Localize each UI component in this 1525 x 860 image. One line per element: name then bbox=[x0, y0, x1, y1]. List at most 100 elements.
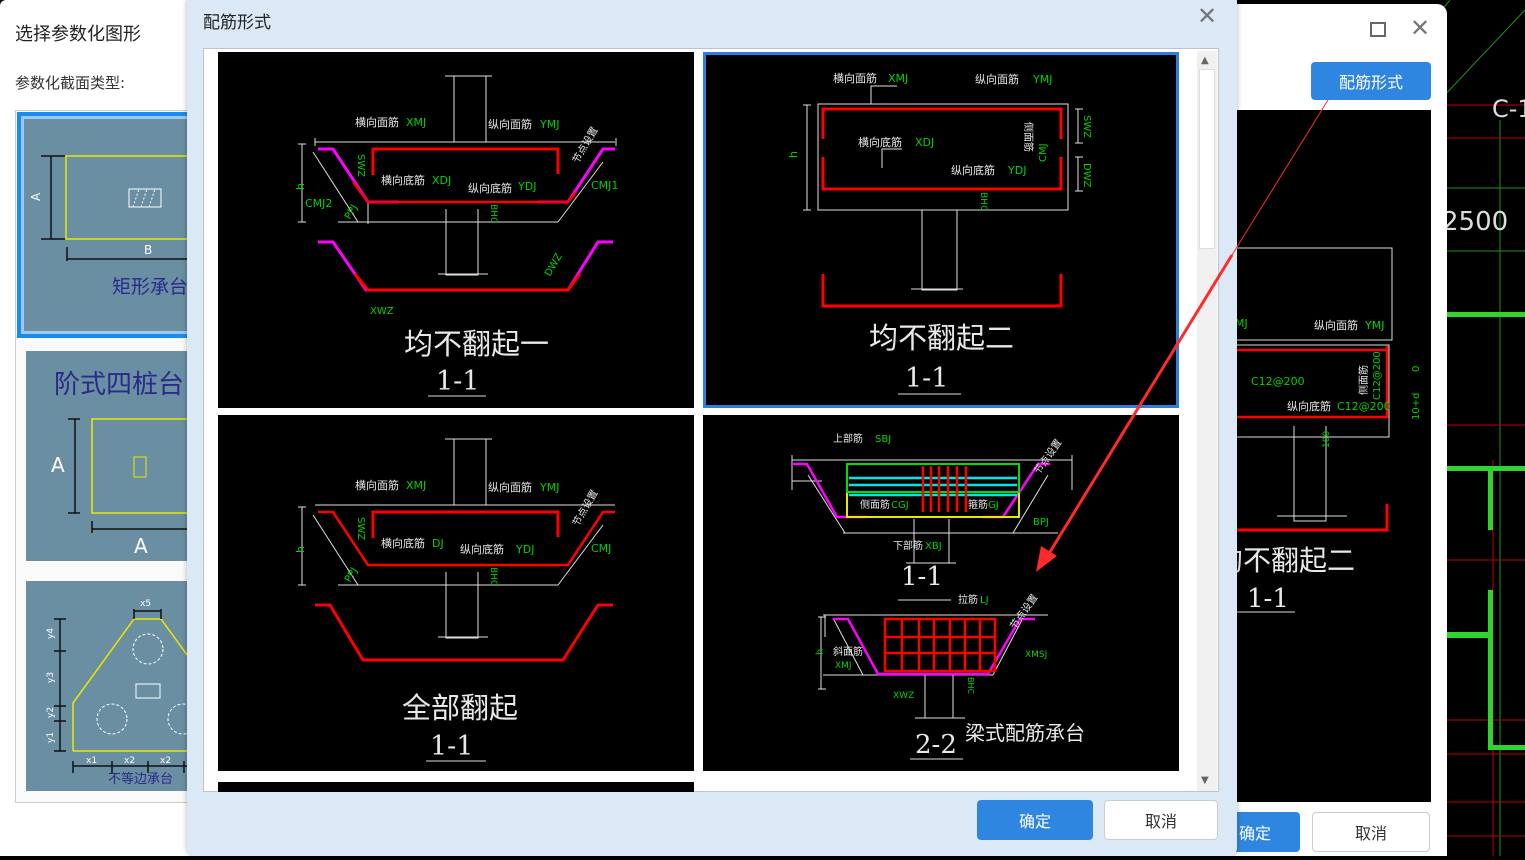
label: 箍筋 bbox=[968, 498, 988, 511]
label: 纵向底筋 bbox=[460, 542, 504, 556]
section-label-2: 2-2 bbox=[915, 730, 957, 760]
label: XWZ bbox=[893, 691, 914, 701]
close-icon[interactable]: ✕ bbox=[1410, 14, 1430, 42]
label: BHC bbox=[488, 567, 498, 586]
label: h bbox=[294, 183, 307, 190]
label: YDJ bbox=[1007, 164, 1026, 177]
option-title: 梁式配筋承台 bbox=[965, 721, 1085, 745]
option-partial-next-row[interactable] bbox=[218, 782, 694, 792]
section-label: 1-1 bbox=[901, 562, 943, 592]
option-beam-type-cap[interactable]: 上部筋 SBJ 侧面筋 CGJ 箍筋 GJ 下部筋 XBJ BPJ 节点设置 1… bbox=[703, 415, 1179, 771]
dim-label: x1 bbox=[86, 756, 97, 766]
section-label: 1-1 bbox=[905, 363, 948, 394]
tile-label: 不等边承台 bbox=[108, 771, 173, 787]
label: XWZ bbox=[370, 306, 394, 317]
option-no-bend-2[interactable]: 横向面筋 XMJ 纵向面筋 YMJ 横向底筋 XDJ 纵向底筋 YDJ 侧面筋 … bbox=[703, 52, 1179, 408]
label: PPJ bbox=[343, 203, 360, 222]
label: 纵向面筋 bbox=[975, 72, 1019, 86]
scrollbar-thumb[interactable] bbox=[1199, 69, 1215, 249]
dim-a-label: A bbox=[29, 192, 43, 201]
label: 横向面筋 bbox=[833, 71, 877, 85]
section-type-label: 参数化截面类型: bbox=[15, 74, 126, 92]
label: 纵向面筋 bbox=[488, 117, 532, 131]
label: C12@200 bbox=[1251, 375, 1305, 388]
label: 10+d bbox=[1411, 393, 1422, 420]
label: 横向底筋 bbox=[381, 536, 425, 550]
label: YMJ bbox=[539, 118, 559, 131]
rebar-form-button[interactable]: 配筋形式 bbox=[1311, 62, 1431, 100]
option-all-bent[interactable]: 横向面筋 XMJ 纵向面筋 YMJ 横向底筋 DJ 纵向底筋 YDJ CMJ S… bbox=[218, 415, 694, 771]
cad-drawing: C-1 2500 bbox=[1439, 0, 1525, 856]
option-title: 均不翻起一 bbox=[404, 327, 549, 361]
label: BHC bbox=[488, 204, 498, 223]
label: 下部筋 bbox=[893, 539, 923, 552]
label: 拉筋 bbox=[958, 593, 978, 606]
scroll-up-icon[interactable]: ▲ bbox=[1201, 55, 1209, 66]
label: DWZ bbox=[543, 252, 565, 279]
cancel-button[interactable]: 取消 bbox=[1104, 800, 1218, 840]
label: XBJ bbox=[925, 541, 942, 552]
label: 侧面筋 bbox=[1357, 365, 1370, 395]
ok-button[interactable]: 确定 bbox=[977, 800, 1093, 840]
label: 纵向底筋 bbox=[1287, 399, 1331, 413]
label: CMJ bbox=[1038, 143, 1049, 162]
label: YMJ bbox=[539, 481, 559, 494]
select-parametric-shape-window: 选择参数化图形 参数化截面类型: A B 矩形承台 阶式四桩台 A A x5 y… bbox=[0, 0, 200, 856]
label: YDJ bbox=[515, 543, 534, 556]
close-icon[interactable]: ✕ bbox=[1197, 2, 1217, 30]
preview-title: 均不翻起二 bbox=[1237, 544, 1355, 577]
dim-label: x2 bbox=[160, 756, 171, 766]
tile-label: 阶式四桩台 bbox=[54, 370, 184, 400]
label: 纵向面筋 bbox=[1314, 318, 1358, 332]
window-title: 选择参数化图形 bbox=[15, 24, 141, 45]
option-title: 全部翻起 bbox=[402, 691, 518, 725]
label: PPJ bbox=[343, 566, 360, 585]
cad-dimension-label: 2500 bbox=[1442, 207, 1508, 237]
dim-label: x5 bbox=[140, 599, 151, 609]
maximize-icon[interactable] bbox=[1370, 22, 1386, 37]
label: SWZ bbox=[1081, 115, 1092, 138]
label: 纵向面筋 bbox=[488, 480, 532, 494]
section-type-list[interactable]: A B 矩形承台 阶式四桩台 A A x5 y4 y3 y2 y1 x1 x2 … bbox=[15, 110, 200, 803]
cap-parameters-window: ✕ 配筋形式 纵向面筋 YMJ MJ C12@200 纵向底筋 C12@200 … bbox=[1210, 4, 1447, 856]
dim-a-label: A bbox=[51, 453, 65, 477]
label: h bbox=[294, 546, 307, 553]
tile-label: 矩形承台 bbox=[112, 276, 188, 298]
tile-stepped-four-pile-cap[interactable]: 阶式四桩台 A A bbox=[26, 351, 199, 561]
label: 斜面筋 bbox=[833, 645, 863, 658]
option-no-bend-1[interactable]: 横向面筋 XMJ 纵向面筋 YMJ 横向底筋 XDJ 纵向底筋 YDJ CMJ2… bbox=[218, 52, 694, 408]
label: 纵向底筋 bbox=[468, 181, 512, 195]
label: 节点设置 bbox=[1032, 437, 1065, 477]
label: CGJ bbox=[891, 500, 909, 511]
label: 0 bbox=[1411, 366, 1422, 372]
cancel-button[interactable]: 取消 bbox=[1312, 812, 1430, 852]
label: GJ bbox=[988, 500, 999, 511]
label: XMJ bbox=[835, 661, 852, 671]
label: 横向面筋 bbox=[355, 115, 399, 129]
vertical-scrollbar[interactable]: ▲ ▼ bbox=[1197, 51, 1217, 791]
label: BHC bbox=[978, 192, 988, 211]
label: DWZ bbox=[1081, 163, 1092, 188]
label: h bbox=[815, 649, 826, 655]
label: XDJ bbox=[915, 136, 934, 149]
label: 横向底筋 bbox=[858, 135, 902, 149]
label: XMSJ bbox=[1025, 650, 1047, 660]
label: YMJ bbox=[1364, 319, 1384, 332]
tile-rectangular-cap[interactable]: A B 矩形承台 bbox=[17, 112, 199, 338]
rebar-form-gallery: 横向面筋 XMJ 纵向面筋 YMJ 横向底筋 XDJ 纵向底筋 YDJ CMJ 2… bbox=[203, 48, 1219, 792]
label: 纵向底筋 bbox=[951, 163, 995, 177]
rebar-form-dialog: 配筋形式 ✕ 横向面筋 XMJ 纵向面筋 YMJ 横向底筋 XDJ 纵向底筋 Y… bbox=[187, 0, 1237, 856]
label: C12@200 bbox=[1372, 351, 1383, 400]
label: h bbox=[787, 151, 800, 158]
label: XMJ bbox=[406, 479, 426, 492]
label: CMJ bbox=[591, 542, 611, 555]
dialog-title: 配筋形式 bbox=[203, 13, 271, 33]
rebar-preview: 纵向面筋 YMJ MJ C12@200 纵向底筋 C12@200 侧面筋 C12… bbox=[1237, 110, 1431, 802]
dim-a2-label: A bbox=[134, 534, 148, 558]
label: 侧面筋 bbox=[1022, 122, 1035, 152]
label: SBJ bbox=[875, 434, 891, 445]
label: BHC bbox=[966, 677, 975, 695]
tile-unequal-side-cap[interactable]: x5 y4 y3 y2 y1 x1 x2 x2 不等边承台 bbox=[26, 581, 199, 791]
label: BPJ bbox=[1033, 517, 1049, 528]
scroll-down-icon[interactable]: ▼ bbox=[1201, 775, 1209, 786]
